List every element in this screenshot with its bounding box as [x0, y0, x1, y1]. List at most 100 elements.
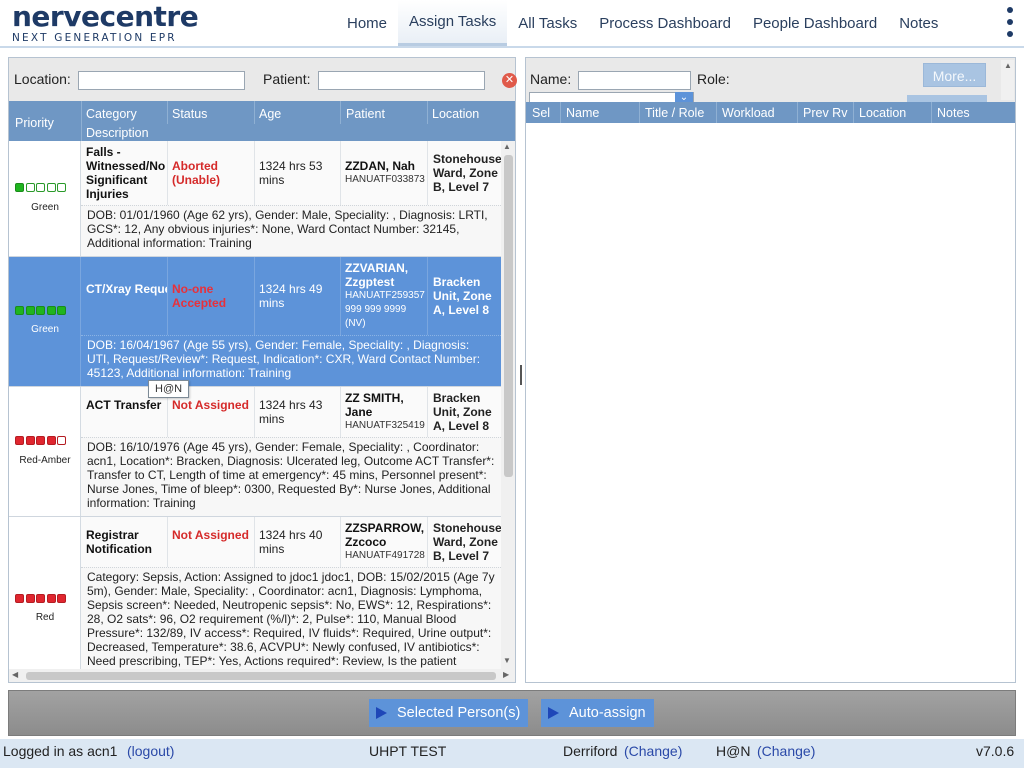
- scroll-thumb[interactable]: [504, 155, 513, 477]
- scroll-left-icon[interactable]: ◀: [12, 670, 18, 679]
- nav-assign-tasks[interactable]: Assign Tasks: [398, 0, 508, 46]
- task-category: CT/Xray Request/Review: [86, 282, 168, 296]
- panel-splitter[interactable]: [520, 365, 522, 385]
- priority-dot: [36, 594, 45, 603]
- task-description: DOB: 01/01/1960 (Age 62 yrs), Gender: Ma…: [81, 205, 501, 256]
- patient-input[interactable]: [318, 71, 485, 90]
- priority-label: Red: [35, 612, 55, 623]
- priority-cell: Red-Amber: [9, 387, 81, 516]
- col-notes[interactable]: Notes: [937, 106, 970, 120]
- col-age[interactable]: Age: [259, 107, 281, 121]
- cell-separator: [340, 257, 341, 335]
- col-separator: [931, 102, 932, 123]
- col-separator: [716, 102, 717, 123]
- name-input[interactable]: [578, 71, 691, 90]
- task-location: Bracken Unit, Zone A, Level 8: [433, 275, 492, 317]
- app-version: v7.0.6: [976, 743, 1015, 759]
- task-list-vertical-scrollbar[interactable]: ▲ ▼: [501, 141, 515, 669]
- site-change-link[interactable]: (Change): [624, 743, 682, 759]
- scroll-right-icon[interactable]: ▶: [503, 670, 509, 679]
- nav-notes[interactable]: Notes: [888, 0, 949, 46]
- menu-dot: [1007, 31, 1013, 37]
- priority-dot: [57, 436, 66, 445]
- people-panel: Name: Role: ⌄ More... ▲ Sel Name Title /…: [525, 57, 1016, 683]
- priority-dot: [36, 183, 45, 192]
- scroll-down-icon[interactable]: ▼: [503, 656, 511, 665]
- patient-id: HANUATF033873: [345, 174, 425, 185]
- col-location[interactable]: Location: [432, 107, 479, 121]
- task-status: Not Assigned: [172, 398, 249, 412]
- auto-assign-button[interactable]: Auto-assign: [541, 699, 654, 727]
- cell-separator: [254, 257, 255, 335]
- site-name: Derriford: [563, 743, 618, 759]
- scroll-up-icon[interactable]: ▲: [1004, 61, 1012, 70]
- nav-process-dashboard[interactable]: Process Dashboard: [588, 0, 742, 46]
- priority-dot: [25, 306, 35, 315]
- play-icon: [548, 707, 559, 719]
- patient-flag: (NV): [345, 318, 366, 329]
- task-description: Category: Sepsis, Action: Assigned to jd…: [81, 567, 501, 669]
- col-title-role[interactable]: Title / Role: [645, 106, 704, 120]
- people-table-header: Sel Name Title / Role Workload Prev Rv L…: [526, 102, 1015, 123]
- nav-people-dashboard[interactable]: People Dashboard: [742, 0, 888, 46]
- priority-dot: [15, 306, 24, 315]
- task-list-horizontal-scrollbar[interactable]: ◀ ▶: [9, 669, 515, 682]
- status-bar: Logged in as acn1 (logout) UHPT TEST Der…: [0, 739, 1024, 768]
- location-input[interactable]: [78, 71, 245, 90]
- col-workload[interactable]: Workload: [722, 106, 775, 120]
- task-age: 1324 hrs 43 mins: [259, 398, 323, 426]
- patient-name: ZZVARIAN, Zzgptest: [345, 261, 409, 289]
- auto-assign-label: Auto-assign: [569, 705, 646, 721]
- col-sel[interactable]: Sel: [532, 106, 550, 120]
- overflow-menu-icon[interactable]: [1006, 7, 1014, 37]
- col-category[interactable]: Category: [86, 107, 137, 121]
- scroll-thumb[interactable]: [26, 672, 496, 680]
- shift-change-link[interactable]: (Change): [757, 743, 815, 759]
- priority-dot: [25, 594, 35, 603]
- col-priority[interactable]: Priority: [15, 116, 54, 130]
- col-status[interactable]: Status: [172, 107, 207, 121]
- task-status: Aborted (Unable): [172, 159, 220, 187]
- col-separator: [81, 101, 82, 141]
- scroll-up-icon[interactable]: ▲: [503, 142, 511, 151]
- cell-separator: [340, 517, 341, 567]
- col-separator: [254, 101, 255, 124]
- task-location: Bracken Unit, Zone A, Level 8: [433, 391, 492, 433]
- task-description: DOB: 16/10/1976 (Age 45 yrs), Gender: Fe…: [81, 437, 501, 516]
- more-button[interactable]: More...: [923, 63, 986, 87]
- col-prev-rv[interactable]: Prev Rv: [803, 106, 847, 120]
- task-row-selected[interactable]: Green CT/Xray Request/Review No-one Acce…: [9, 257, 501, 387]
- task-patient: ZZDAN, Nah HANUATF033873: [345, 159, 429, 187]
- task-panel: Location: Patient: ✕ Priority Category S…: [8, 57, 517, 683]
- patient-nhs-number: 999 999 9999: [345, 304, 407, 315]
- patient-id: HANUATF491728: [345, 550, 425, 561]
- patient-id: HANUATF259357: [345, 290, 425, 301]
- task-row[interactable]: Green Falls - Witnessed/No Significant I…: [9, 141, 501, 257]
- task-category: Registrar Notification: [86, 528, 152, 556]
- filter-scrollbar[interactable]: ▲: [1001, 60, 1014, 100]
- priority-indicator: [15, 436, 66, 445]
- task-description: DOB: 16/04/1967 (Age 55 yrs), Gender: Fe…: [81, 335, 501, 386]
- cell-separator: [167, 257, 168, 335]
- col-separator: [167, 101, 168, 124]
- col-patient[interactable]: Patient: [346, 107, 385, 121]
- col-name[interactable]: Name: [566, 106, 599, 120]
- priority-dot: [25, 436, 35, 445]
- nav-home[interactable]: Home: [336, 0, 398, 46]
- selected-persons-button[interactable]: Selected Person(s): [369, 699, 529, 727]
- col-location[interactable]: Location: [859, 106, 906, 120]
- name-label: Name:: [530, 71, 572, 87]
- logout-link[interactable]: (logout): [127, 743, 174, 759]
- task-filter-bar: Location: Patient: ✕: [9, 58, 517, 101]
- task-main-row: Registrar Notification Not Assigned 1324…: [81, 517, 501, 567]
- clear-filter-icon[interactable]: ✕: [502, 73, 517, 88]
- task-patient: ZZSPARROW, Zzcoco HANUATF491728: [345, 521, 429, 563]
- brand-logo[interactable]: nervecentre NEXT GENERATION EPR: [12, 2, 199, 45]
- task-row[interactable]: Red Registrar Notification Not Assigned …: [9, 517, 501, 669]
- task-row[interactable]: Red-Amber ACT Transfer Not Assigned 1324…: [9, 387, 501, 517]
- nav-all-tasks[interactable]: All Tasks: [507, 0, 588, 46]
- main-nav: Home Assign Tasks All Tasks Process Dash…: [336, 0, 949, 46]
- priority-dot: [15, 183, 24, 192]
- logo-subtitle: NEXT GENERATION EPR: [12, 32, 177, 44]
- patient-name: ZZ SMITH, Jane: [345, 391, 404, 419]
